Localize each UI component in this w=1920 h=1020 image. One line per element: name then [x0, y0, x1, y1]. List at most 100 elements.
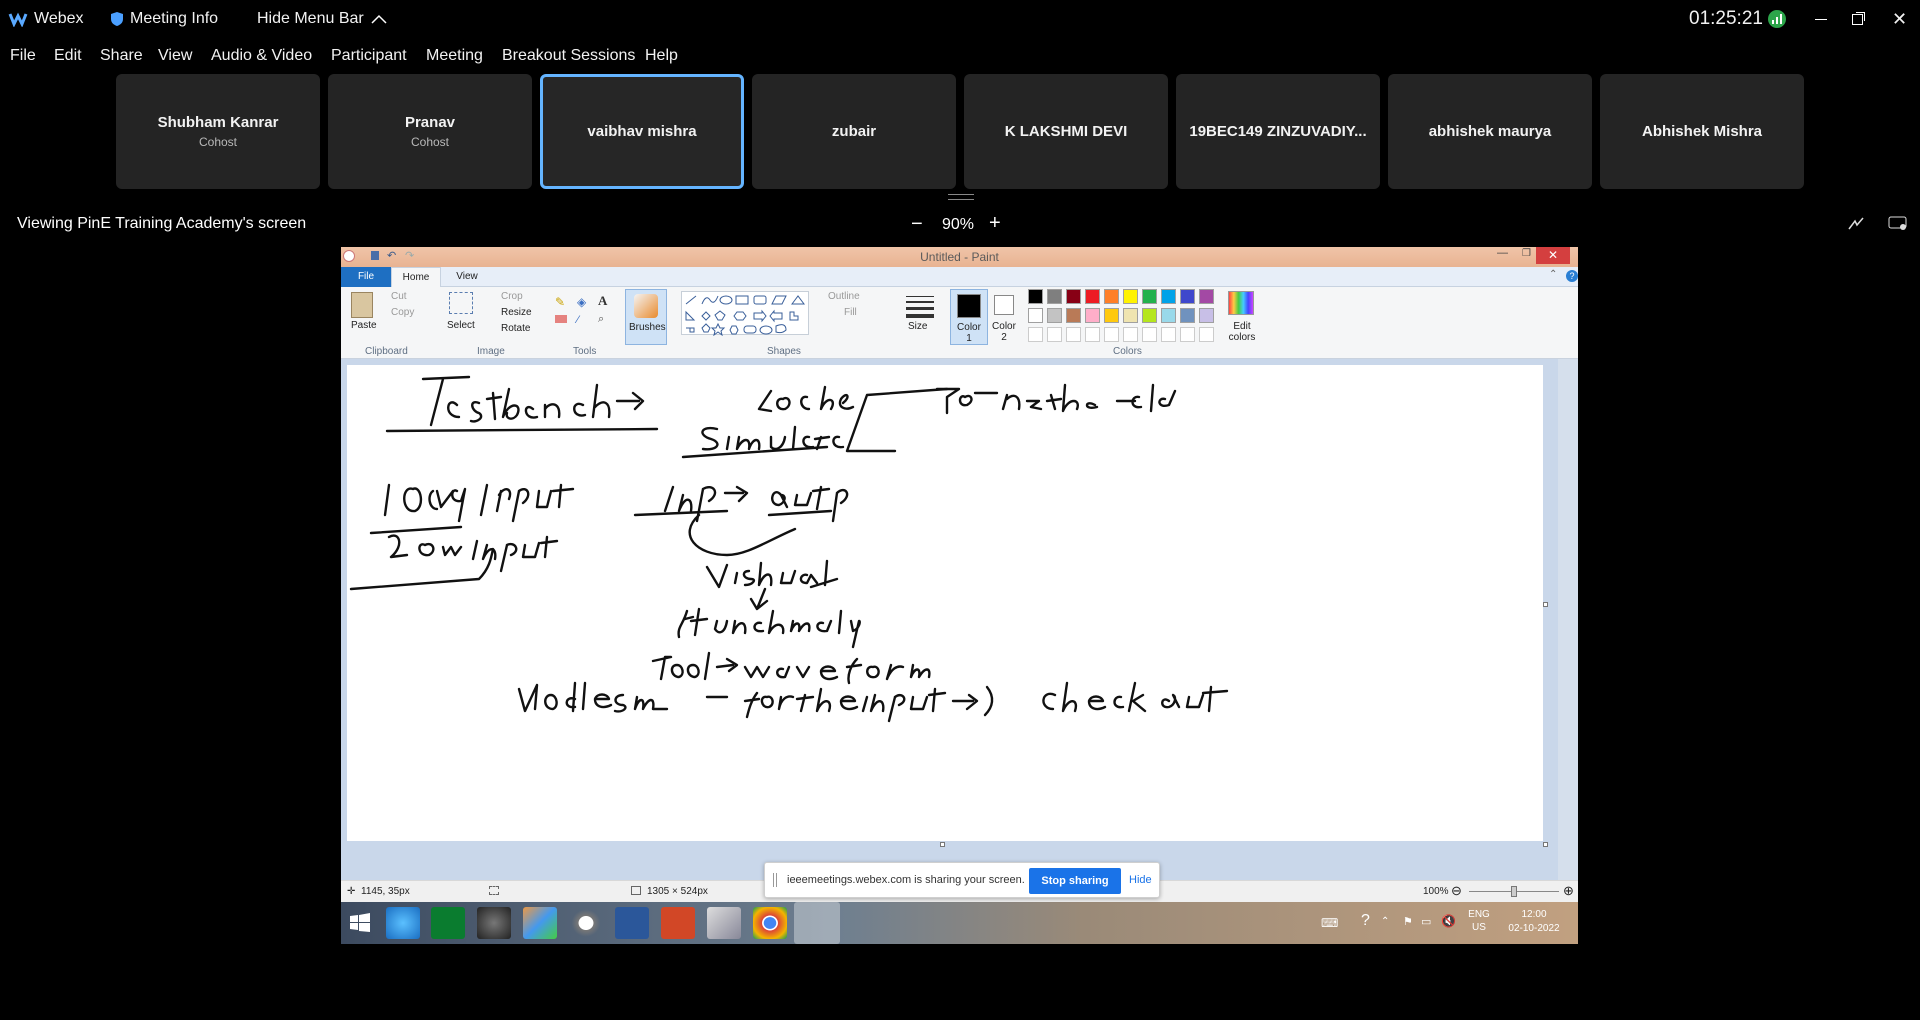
participant-tile[interactable]: K LAKSHMI DEVI: [964, 74, 1168, 189]
palette-empty-swatch[interactable]: [1085, 327, 1100, 342]
menu-file[interactable]: File: [10, 38, 36, 74]
resize-handle-corner[interactable]: [1543, 842, 1548, 847]
copy-button[interactable]: Copy: [391, 307, 414, 318]
keyboard-icon[interactable]: ⌨: [1321, 916, 1338, 930]
palette-color-swatch[interactable]: [1199, 308, 1214, 323]
palette-color-swatch[interactable]: [1180, 308, 1195, 323]
palette-color-swatch[interactable]: [1028, 308, 1043, 323]
palette-color-swatch[interactable]: [1085, 308, 1100, 323]
paint-view-tab[interactable]: View: [447, 267, 487, 287]
resize-handle-right[interactable]: [1543, 602, 1548, 607]
palette-color-swatch[interactable]: [1142, 289, 1157, 304]
paint-close-icon[interactable]: ✕: [1536, 247, 1570, 264]
palette-empty-swatch[interactable]: [1142, 327, 1157, 342]
participant-tile[interactable]: Pranav Cohost: [328, 74, 532, 189]
paint-zoom-out-icon[interactable]: ⊖: [1451, 883, 1462, 899]
paste-button[interactable]: Paste: [351, 320, 377, 331]
minimize-icon[interactable]: [1815, 0, 1827, 38]
brushes-button[interactable]: Brushes: [625, 289, 667, 345]
palette-color-swatch[interactable]: [1047, 289, 1062, 304]
screen-options-icon[interactable]: [1888, 215, 1908, 238]
size-button[interactable]: Size: [908, 321, 927, 332]
magnifier-icon[interactable]: ⌕: [598, 313, 604, 326]
restore-icon[interactable]: [1852, 0, 1863, 38]
fill-button[interactable]: Fill: [844, 307, 857, 318]
palette-color-swatch[interactable]: [1180, 289, 1195, 304]
menu-audio-video[interactable]: Audio & Video: [211, 38, 312, 74]
palette-color-swatch[interactable]: [1085, 289, 1100, 304]
palette-color-swatch[interactable]: [1123, 308, 1138, 323]
participant-tile-active-speaker[interactable]: vaibhav mishra: [540, 74, 744, 189]
shapes-gallery[interactable]: [681, 291, 809, 337]
photos-icon[interactable]: [523, 907, 557, 939]
participant-tile[interactable]: Abhishek Mishra: [1600, 74, 1804, 189]
participant-tile[interactable]: Shubham Kanrar Cohost: [116, 74, 320, 189]
pencil-icon[interactable]: ✎: [555, 295, 565, 309]
palette-color-swatch[interactable]: [1104, 308, 1119, 323]
text-icon[interactable]: A: [598, 293, 607, 309]
store-icon[interactable]: [431, 907, 465, 939]
paint-restore-icon[interactable]: ❐: [1522, 248, 1531, 259]
palette-empty-swatch[interactable]: [1104, 327, 1119, 342]
vertical-scrollbar[interactable]: [1558, 359, 1578, 880]
color1-button[interactable]: Color 1: [950, 289, 988, 345]
color2-button[interactable]: Color 2: [989, 321, 1019, 343]
palette-color-swatch[interactable]: [1066, 289, 1081, 304]
participant-tile[interactable]: zubair: [752, 74, 956, 189]
taskbar-clock[interactable]: 12:00 02-10-2022: [1506, 908, 1562, 936]
menu-help[interactable]: Help: [645, 38, 678, 74]
edit-colors-icon[interactable]: [1228, 291, 1254, 315]
flag-icon[interactable]: ⚑: [1403, 915, 1413, 928]
menu-view[interactable]: View: [158, 38, 192, 74]
menu-edit[interactable]: Edit: [54, 38, 82, 74]
participant-tile[interactable]: abhishek maurya: [1388, 74, 1592, 189]
language-indicator[interactable]: ENG US: [1465, 908, 1493, 934]
palette-color-swatch[interactable]: [1161, 308, 1176, 323]
meeting-info-button[interactable]: Meeting Info: [110, 0, 218, 38]
drawing-canvas[interactable]: [347, 365, 1543, 841]
annotate-icon[interactable]: [1847, 215, 1865, 238]
size-icon[interactable]: [906, 293, 934, 319]
volume-muted-icon[interactable]: 🔇: [1441, 914, 1456, 928]
menu-share[interactable]: Share: [100, 38, 143, 74]
edit-colors-button[interactable]: Edit colors: [1222, 321, 1262, 343]
palette-empty-swatch[interactable]: [1066, 327, 1081, 342]
paint-home-tab[interactable]: Home: [391, 267, 441, 288]
paint-zoom-in-icon[interactable]: ⊕: [1563, 883, 1574, 899]
zoom-in-button[interactable]: +: [989, 212, 1001, 235]
resize-handle-bottom[interactable]: [940, 842, 945, 847]
palette-color-swatch[interactable]: [1123, 289, 1138, 304]
palette-empty-swatch[interactable]: [1123, 327, 1138, 342]
fill-icon[interactable]: ◈: [577, 295, 586, 309]
hide-share-bar-button[interactable]: Hide: [1129, 874, 1152, 886]
eraser-icon[interactable]: [555, 315, 567, 323]
zoom-out-button[interactable]: −: [911, 213, 923, 236]
palette-color-swatch[interactable]: [1142, 308, 1157, 323]
close-icon[interactable]: ✕: [1892, 0, 1907, 38]
palette-empty-swatch[interactable]: [1180, 327, 1195, 342]
select-button[interactable]: Select: [447, 320, 475, 331]
palette-empty-swatch[interactable]: [1161, 327, 1176, 342]
word-icon[interactable]: [615, 907, 649, 939]
paint-taskbar-icon[interactable]: [794, 902, 840, 944]
participant-tile[interactable]: 19BEC149 ZINZUVADIY...: [1176, 74, 1380, 189]
rotate-button[interactable]: Rotate: [501, 323, 530, 334]
paint-zoom-slider-thumb[interactable]: [1511, 886, 1517, 897]
paint-file-tab[interactable]: File: [341, 267, 391, 287]
cut-button[interactable]: Cut: [391, 291, 407, 302]
color2-swatch[interactable]: [994, 295, 1014, 315]
powerpoint-icon[interactable]: [661, 907, 695, 939]
crop-button[interactable]: Crop: [501, 291, 523, 302]
drag-handle[interactable]: [773, 873, 777, 887]
menu-participant[interactable]: Participant: [331, 38, 407, 74]
help-tray-icon[interactable]: ?: [1361, 912, 1370, 930]
notepad-icon[interactable]: [707, 907, 741, 939]
palette-color-swatch[interactable]: [1028, 289, 1043, 304]
start-icon[interactable]: [349, 912, 371, 934]
palette-color-swatch[interactable]: [1066, 308, 1081, 323]
menu-meeting[interactable]: Meeting: [426, 38, 483, 74]
hide-menu-bar-button[interactable]: Hide Menu Bar: [257, 0, 388, 38]
tray-chevron-up-icon[interactable]: ⌃: [1381, 916, 1389, 927]
palette-empty-swatch[interactable]: [1028, 327, 1043, 342]
palette-empty-swatch[interactable]: [1047, 327, 1062, 342]
